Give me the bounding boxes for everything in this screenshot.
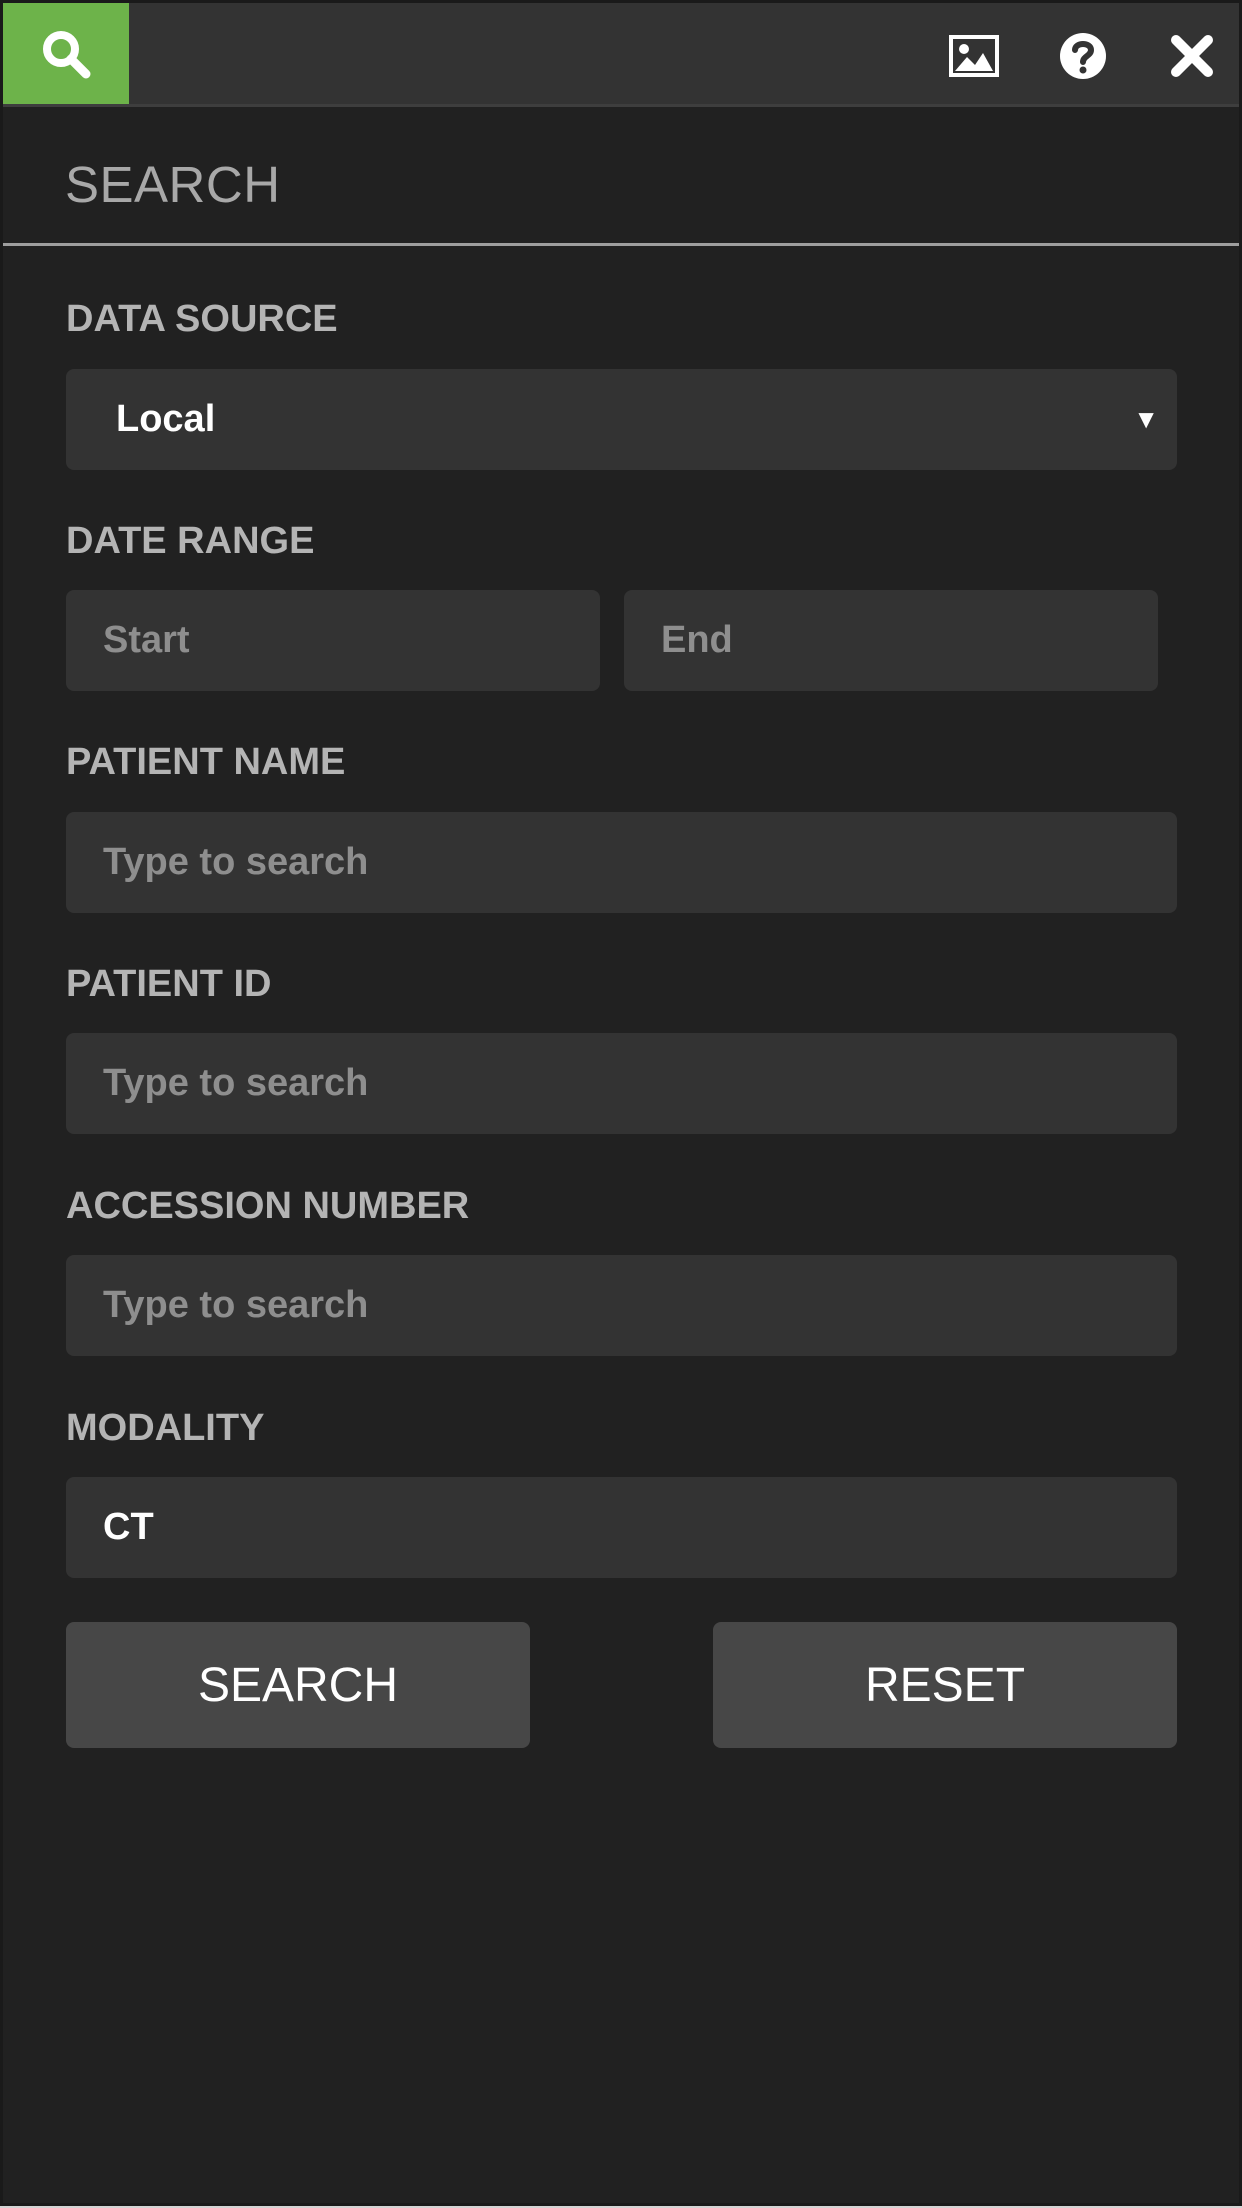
toolbar — [3, 3, 1239, 107]
patient-name-placeholder: Type to search — [103, 841, 369, 883]
patient-id-placeholder: Type to search — [103, 1062, 369, 1104]
patient-name-label: PATIENT NAME — [66, 741, 346, 783]
search-panel: SEARCH DATA SOURCE Local ▼ DATE RANGE St… — [0, 0, 1242, 2206]
modality-value: CT — [103, 1506, 154, 1548]
patient-id-input[interactable]: Type to search — [66, 1033, 1177, 1134]
help-icon — [1060, 33, 1106, 79]
search-button[interactable]: SEARCH — [66, 1622, 530, 1748]
date-end-placeholder: End — [661, 619, 733, 661]
date-range-label: DATE RANGE — [66, 520, 315, 562]
chevron-down-icon: ▼ — [1133, 404, 1159, 434]
close-icon — [1171, 35, 1213, 77]
accession-number-input[interactable]: Type to search — [66, 1255, 1177, 1356]
modality-input[interactable]: CT — [66, 1477, 1177, 1578]
date-start-placeholder: Start — [103, 619, 190, 661]
data-source-selected: Local — [116, 398, 216, 440]
panel-header: SEARCH — [3, 107, 1239, 246]
date-start-input[interactable]: Start — [66, 590, 600, 691]
data-source-select[interactable]: Local ▼ — [66, 369, 1177, 470]
patient-name-input[interactable]: Type to search — [66, 812, 1177, 913]
reset-button[interactable]: RESET — [713, 1622, 1177, 1748]
image-button[interactable] — [949, 31, 999, 81]
accession-number-placeholder: Type to search — [103, 1284, 369, 1326]
search-tab[interactable] — [3, 3, 129, 104]
close-button[interactable] — [1167, 31, 1217, 81]
modality-label: MODALITY — [66, 1407, 265, 1449]
image-icon — [949, 35, 999, 77]
accession-number-label: ACCESSION NUMBER — [66, 1185, 470, 1227]
search-icon — [43, 30, 91, 78]
patient-id-label: PATIENT ID — [66, 963, 272, 1005]
help-button[interactable] — [1058, 31, 1108, 81]
data-source-label: DATA SOURCE — [66, 298, 338, 340]
page-title: SEARCH — [65, 156, 281, 213]
date-end-input[interactable]: End — [624, 590, 1158, 691]
